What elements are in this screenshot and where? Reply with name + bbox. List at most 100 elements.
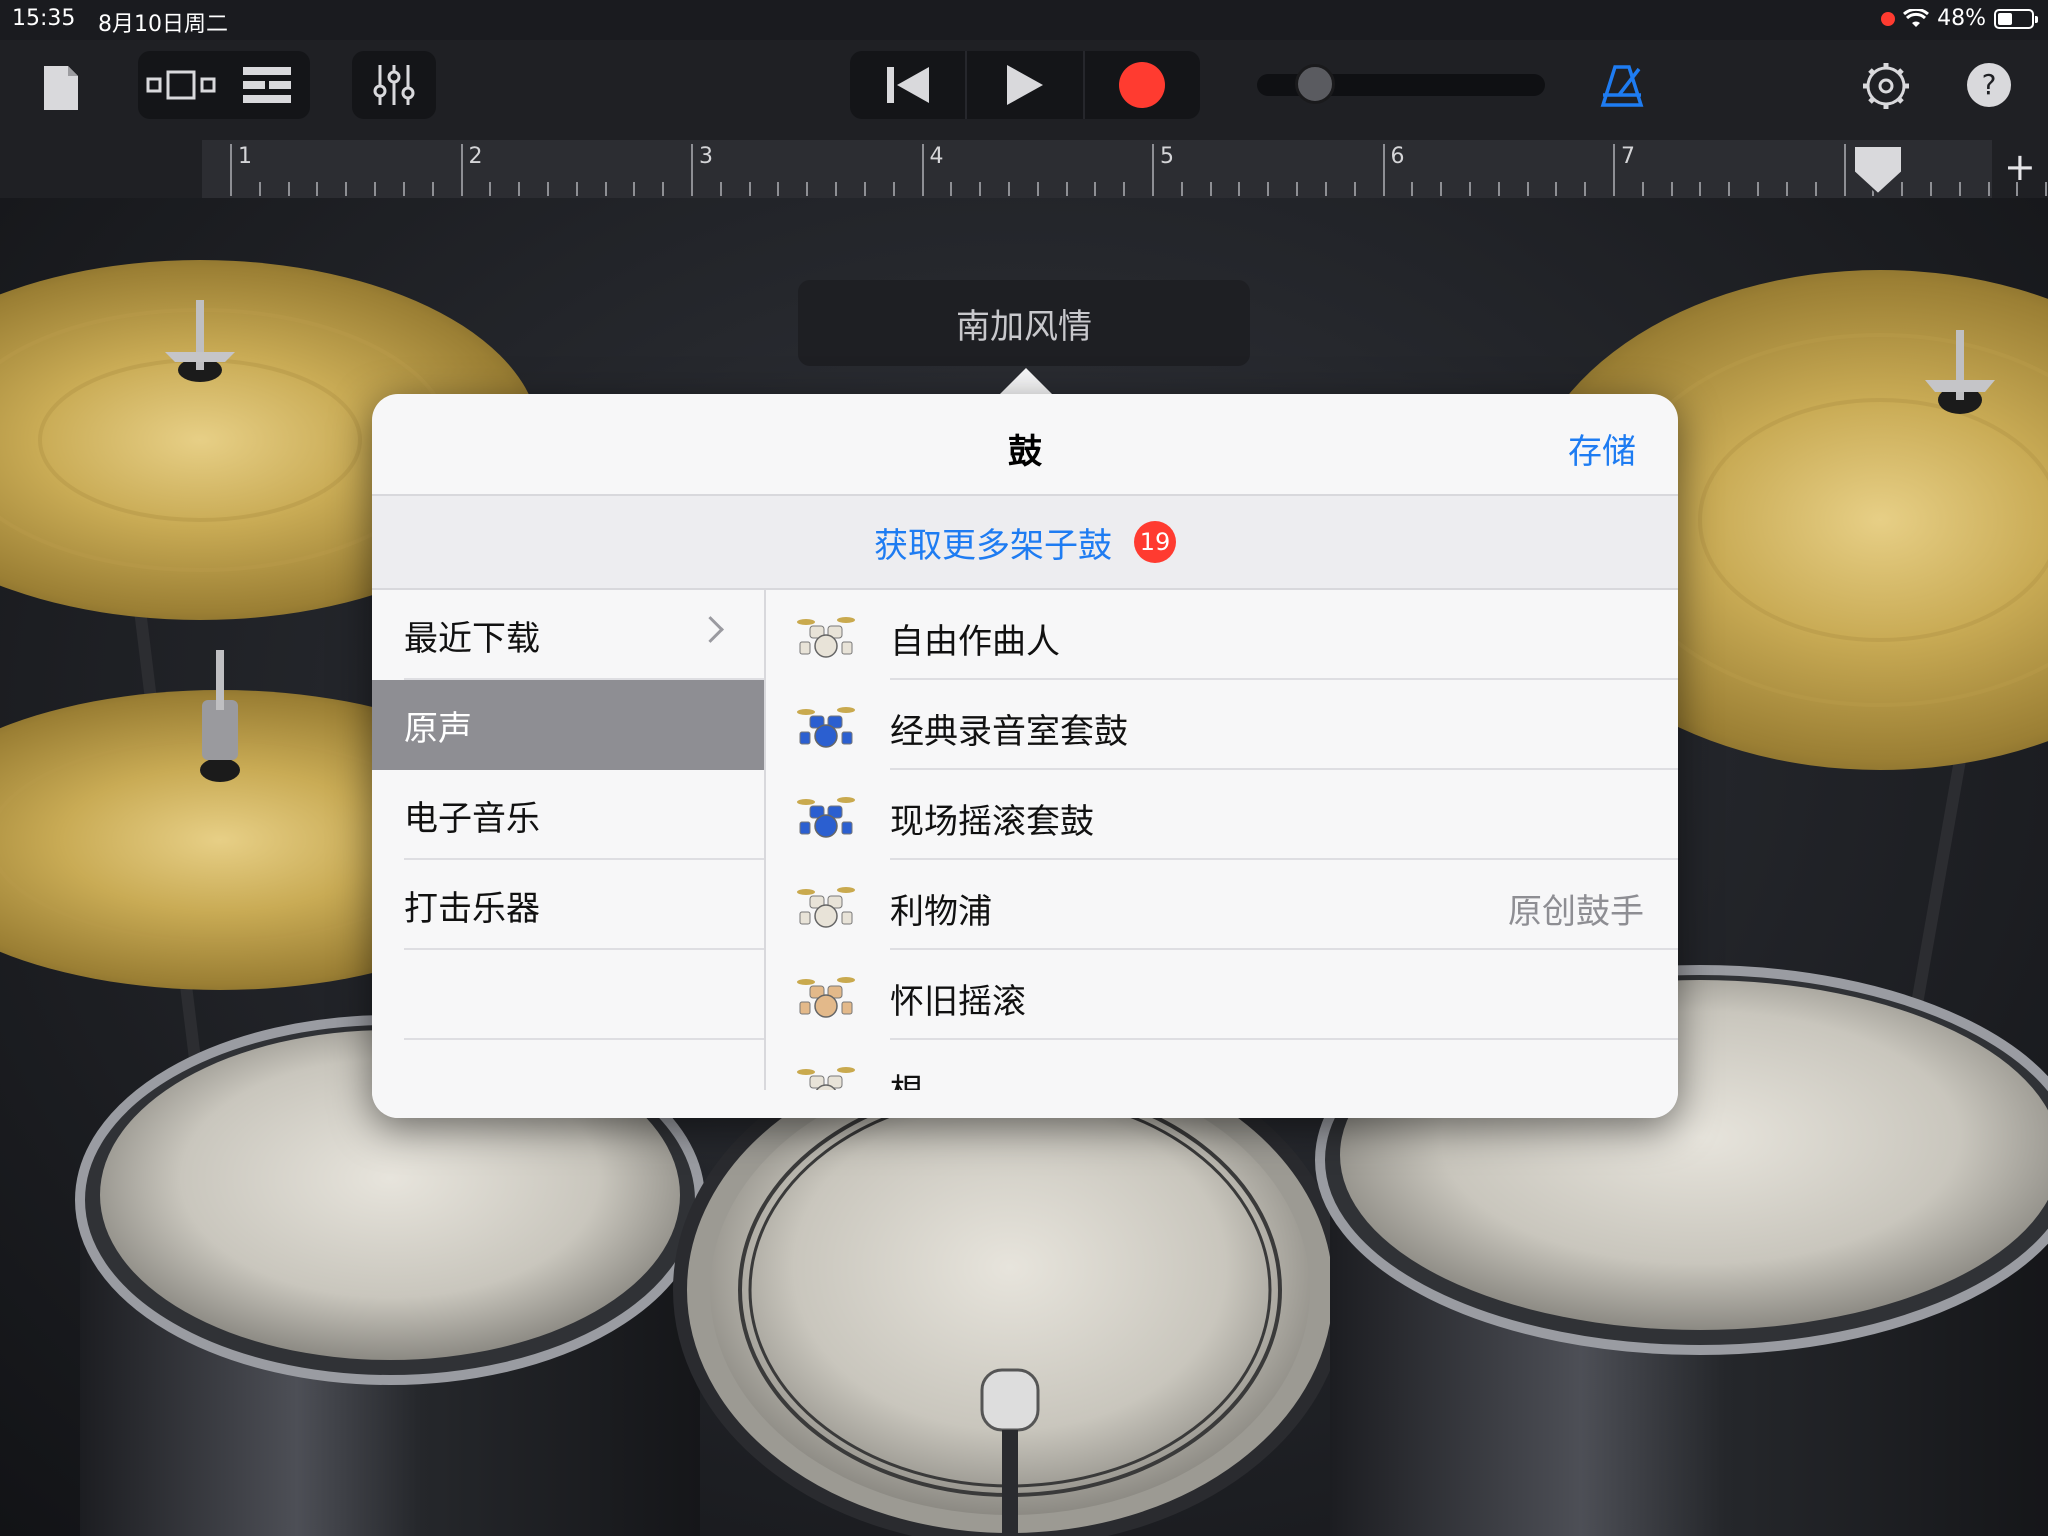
ruler-bar-number: 3 <box>699 144 713 169</box>
ruler-bar-line <box>230 144 232 196</box>
metronome-icon[interactable] <box>1592 56 1652 116</box>
category-item-recent[interactable]: 最近下载 <box>372 590 764 680</box>
get-more-kits-label: 获取更多架子鼓 <box>874 525 1112 566</box>
timeline-ruler[interactable]: 12345678 + <box>0 140 2048 198</box>
ruler-tick <box>2045 182 2048 196</box>
ruler-tick <box>1411 182 1414 196</box>
ruler-tick <box>1785 182 1788 196</box>
kit-name-button[interactable]: 南加风情 <box>798 280 1250 366</box>
popover-arrow <box>1000 368 1052 394</box>
save-button[interactable]: 存储 <box>1568 424 1636 473</box>
category-item-percussion[interactable]: 打击乐器 <box>372 860 764 950</box>
document-icon[interactable] <box>36 58 86 118</box>
kit-list-item[interactable]: 自由作曲人 <box>766 590 1678 680</box>
status-date: 8月10日周二 <box>98 12 228 37</box>
ruler-tick <box>1929 182 1932 196</box>
popover-title: 鼓 <box>1008 432 1042 472</box>
master-volume-knob[interactable] <box>1294 64 1335 104</box>
drum-kit-icon <box>797 1067 855 1090</box>
ruler-bar-number: 7 <box>1621 144 1635 169</box>
ruler-tick <box>979 182 982 196</box>
kit-list: 自由作曲人经典录音室套鼓现场摇滚套鼓利物浦 原创鼓手怀旧摇滚根 <box>766 590 1678 1090</box>
ruler-tick <box>575 182 578 196</box>
svg-text:?: ? <box>1982 68 1997 101</box>
battery-percent: 48% <box>1937 6 1986 31</box>
ruler-tick <box>518 182 521 196</box>
ruler-tick <box>374 182 377 196</box>
ruler-tick <box>1987 182 1990 196</box>
record-button[interactable] <box>1085 51 1200 119</box>
ruler-tick <box>1555 182 1558 196</box>
kit-list-item[interactable]: 现场摇滚套鼓 <box>766 770 1678 860</box>
get-more-kits-button[interactable]: 获取更多架子鼓 19 <box>372 496 1678 590</box>
drum-kit-icon <box>797 797 855 838</box>
ruler-tick <box>863 182 866 196</box>
ruler-track[interactable]: 12345678 <box>202 140 2048 198</box>
ruler-tick <box>1209 182 1212 196</box>
ruler-tick <box>835 182 838 196</box>
play-icon <box>1006 65 1043 105</box>
ruler-tick <box>1728 182 1731 196</box>
kit-name: 经典录音室套鼓 <box>890 712 1128 752</box>
mixer-button[interactable] <box>352 51 436 119</box>
help-icon[interactable]: ? <box>1964 60 2014 110</box>
ruler-tick <box>1584 182 1587 196</box>
kit-list-item[interactable]: 怀旧摇滚 <box>766 950 1678 1040</box>
ruler-tick <box>1699 182 1702 196</box>
kit-list-item[interactable]: 利物浦 原创鼓手 <box>766 860 1678 950</box>
drum-kit-icon <box>797 617 855 658</box>
status-time: 15:35 <box>12 6 76 31</box>
category-item-electronic[interactable]: 电子音乐 <box>372 770 764 860</box>
update-count-badge: 19 <box>1134 521 1176 563</box>
category-label: 最近下载 <box>404 618 540 659</box>
ruler-tick <box>1094 182 1097 196</box>
ruler-bar-line <box>1843 144 1846 196</box>
status-right: 48% <box>1881 6 2038 31</box>
rewind-button[interactable] <box>850 51 968 119</box>
browser-list-icon[interactable] <box>224 51 310 119</box>
kit-name: 根 <box>890 1064 924 1090</box>
category-item-empty <box>372 950 764 1040</box>
ruler-tick <box>604 182 607 196</box>
drum-kit-icon <box>797 977 855 1018</box>
ruler-tick <box>1065 182 1068 196</box>
ruler-tick <box>431 182 434 196</box>
view-toggle-group <box>138 51 310 119</box>
kit-name: 自由作曲人 <box>890 622 1060 662</box>
ruler-tick <box>546 182 549 196</box>
ruler-tick <box>258 182 261 196</box>
ruler-tick <box>316 182 319 196</box>
ruler-tick <box>1497 182 1500 196</box>
ruler-tick <box>1007 182 1010 196</box>
status-bar: 15:35 8月10日周二 48% <box>0 0 2048 40</box>
ruler-tick <box>806 182 809 196</box>
drum-kit-icon <box>797 707 855 748</box>
ruler-bar-line <box>1382 144 1385 196</box>
ruler-tick <box>1180 182 1183 196</box>
play-button[interactable] <box>967 51 1085 119</box>
popover-footer <box>372 1090 1678 1118</box>
record-icon <box>1119 62 1166 108</box>
kit-list-item[interactable]: 根 <box>766 1040 1678 1090</box>
settings-icon[interactable] <box>1856 56 1916 116</box>
kit-list-item[interactable]: 经典录音室套鼓 <box>766 680 1678 770</box>
add-section-button[interactable]: + <box>2004 148 2036 186</box>
playhead-icon[interactable] <box>1852 144 1904 196</box>
tracks-view-icon[interactable] <box>138 51 224 119</box>
ruler-tick <box>1670 182 1673 196</box>
category-label: 电子音乐 <box>404 798 540 839</box>
ruler-bar-line <box>691 144 693 196</box>
category-label: 原声 <box>404 708 472 749</box>
ruler-bar-line <box>1152 144 1154 196</box>
ruler-tick <box>1526 182 1529 196</box>
ruler-bar-number: 2 <box>468 144 483 169</box>
mixer-icon <box>352 51 436 119</box>
ruler-bar-number: 5 <box>1160 144 1174 169</box>
ruler-tick <box>1036 182 1039 196</box>
kit-name: 利物浦 <box>890 892 992 932</box>
popover-header: 鼓 存储 <box>372 394 1678 496</box>
category-item-acoustic[interactable]: 原声 <box>372 680 764 770</box>
ruler-bar-number: 1 <box>238 144 252 169</box>
ruler-tick <box>892 182 895 196</box>
ruler-bar-number: 6 <box>1390 144 1405 169</box>
